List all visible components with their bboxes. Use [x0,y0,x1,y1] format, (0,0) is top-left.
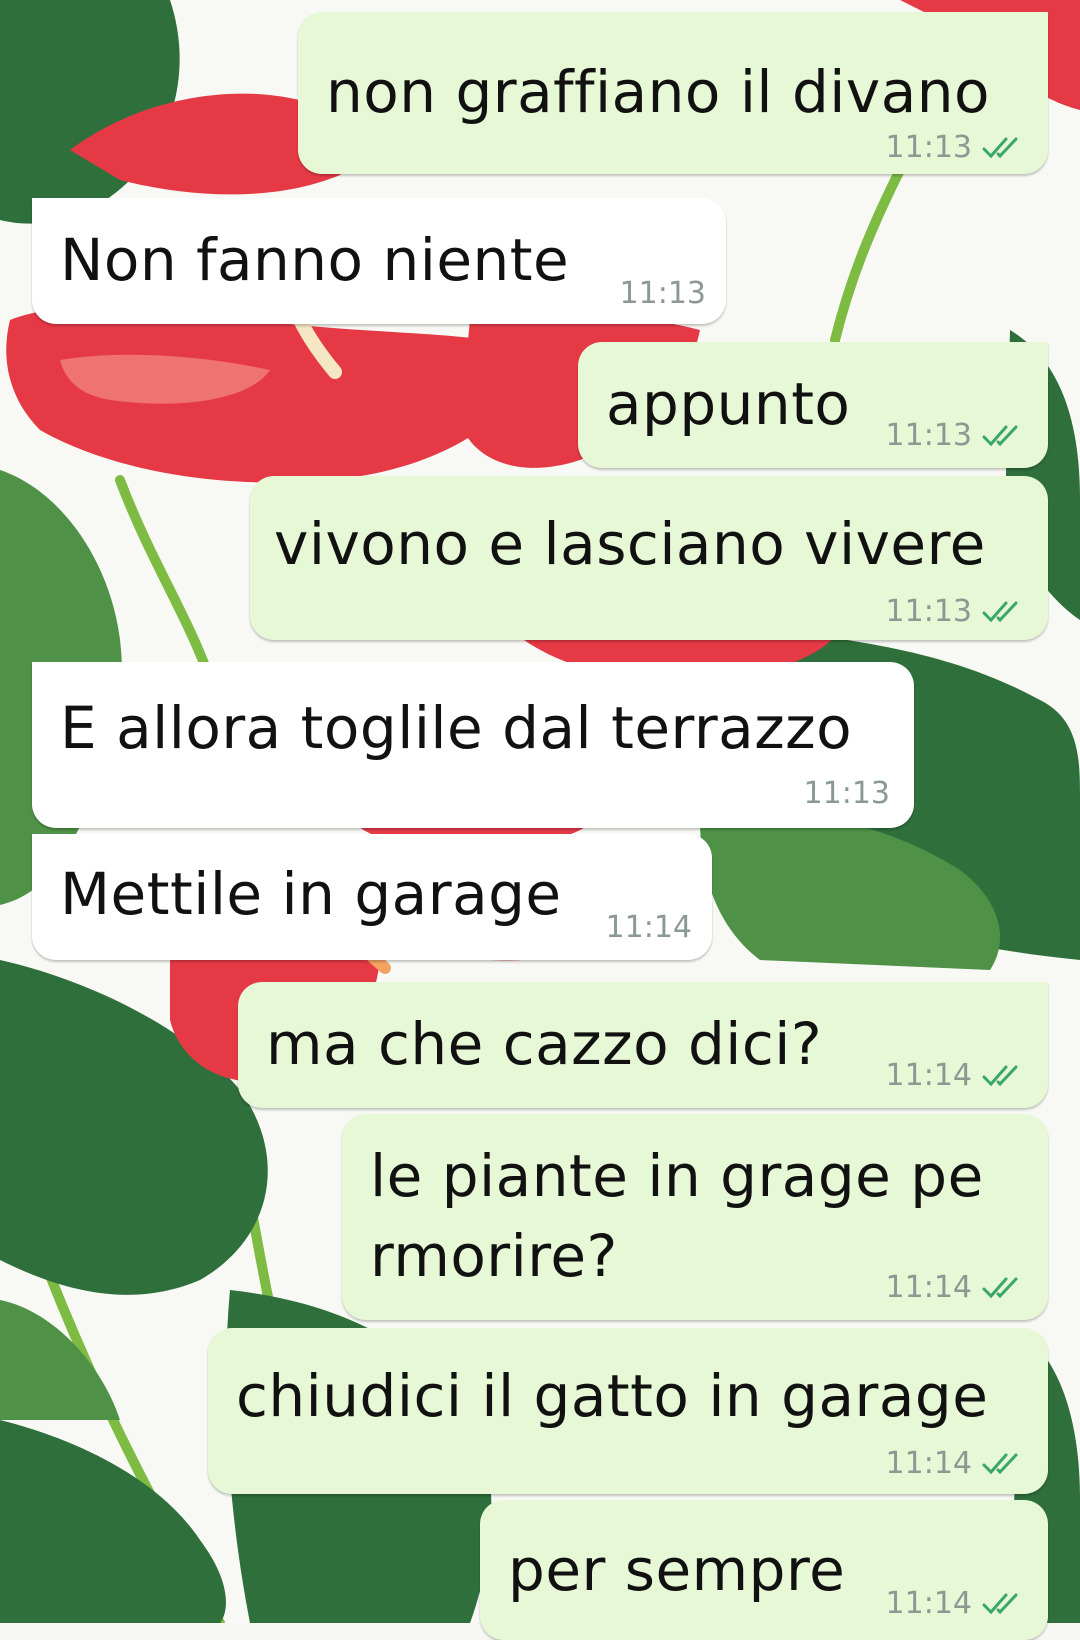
chat-message-list[interactable]: non graffiano il divano 11:13 Non fanno … [0,0,1080,1640]
read-double-check-icon [982,137,1018,158]
message-time: 11:13 [885,594,972,629]
message-time: 11:14 [885,1058,972,1093]
message-time: 11:14 [885,1270,972,1305]
message-time: 11:13 [885,130,972,165]
read-double-check-icon [982,425,1018,446]
message-text: E allora toglile dal terrazzo [60,694,853,762]
message-meta: 11:13 [804,776,890,811]
read-double-check-icon [982,1065,1018,1086]
outgoing-message[interactable]: le piante in grage pe rmorire? 11:14 [342,1114,1048,1320]
message-text: vivono e lasciano vivere [274,510,986,578]
message-time: 11:14 [605,910,692,945]
message-text-line-2: rmorire? [370,1222,618,1290]
message-text: appunto [606,370,851,438]
message-meta: 11:14 [886,1586,1028,1621]
message-meta: 11:13 [620,276,706,311]
message-time: 11:13 [885,418,972,453]
message-meta: 11:13 [886,130,1028,165]
outgoing-message[interactable]: appunto 11:13 [578,342,1048,468]
read-double-check-icon [982,1593,1018,1614]
message-text: per sempre [508,1536,846,1604]
message-meta: 11:13 [886,594,1028,629]
message-meta: 11:13 [886,418,1028,453]
message-text: chiudici il gatto in garage [236,1362,989,1430]
message-time: 11:14 [885,1446,972,1481]
read-double-check-icon [982,601,1018,622]
message-time: 11:14 [885,1586,972,1621]
read-double-check-icon [982,1453,1018,1474]
read-double-check-icon [982,1277,1018,1298]
message-text: ma che cazzo dici? [266,1010,823,1078]
outgoing-message[interactable]: per sempre 11:14 [480,1500,1048,1640]
outgoing-message[interactable]: ma che cazzo dici? 11:14 [238,982,1048,1108]
message-text: non graffiano il divano [326,58,991,126]
message-meta: 11:14 [606,910,692,945]
incoming-message[interactable]: Non fanno niente 11:13 [32,198,726,324]
message-meta: 11:14 [886,1270,1028,1305]
message-text: Mettile in garage [60,860,562,928]
message-text-line-1: le piante in grage pe [370,1142,984,1210]
message-meta: 11:14 [886,1446,1028,1481]
message-meta: 11:14 [886,1058,1028,1093]
outgoing-message[interactable]: chiudici il gatto in garage 11:14 [208,1328,1048,1494]
message-time: 11:13 [803,776,890,811]
outgoing-message[interactable]: non graffiano il divano 11:13 [298,12,1048,174]
outgoing-message[interactable]: vivono e lasciano vivere 11:13 [250,476,1048,640]
message-time: 11:13 [619,276,706,311]
message-text: Non fanno niente [60,226,570,294]
incoming-message[interactable]: Mettile in garage 11:14 [32,834,712,960]
incoming-message[interactable]: E allora toglile dal terrazzo 11:13 [32,662,914,828]
